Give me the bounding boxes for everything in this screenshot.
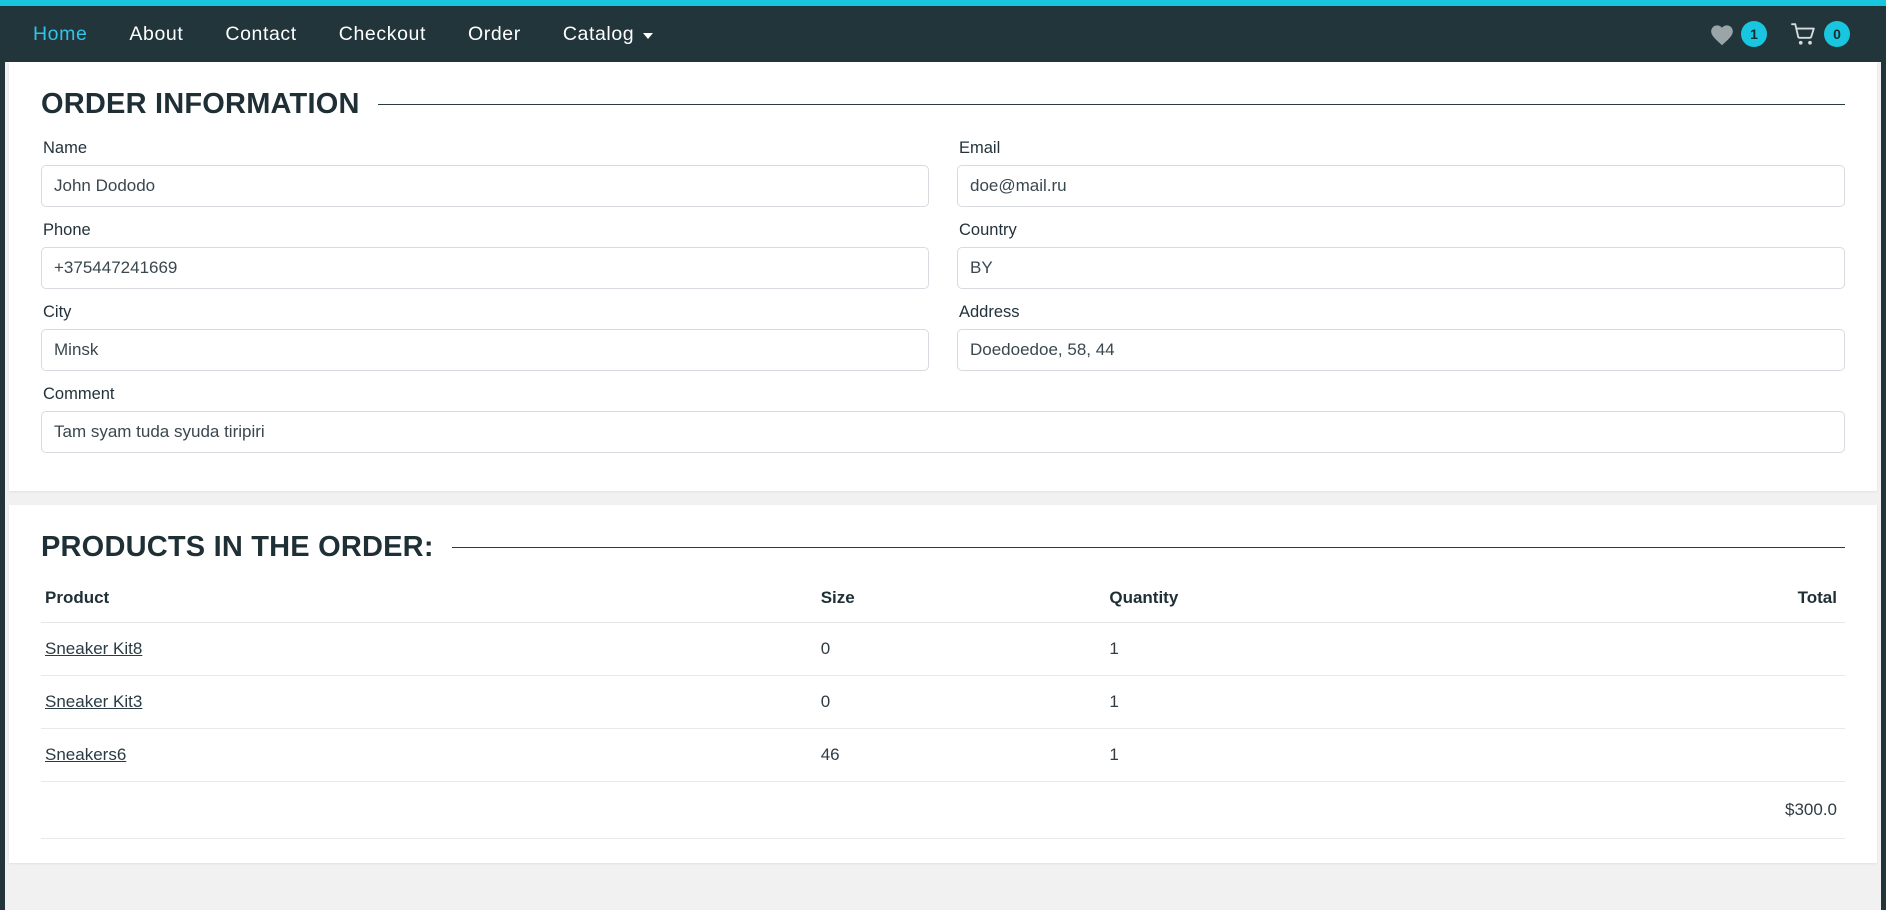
phone-input[interactable] (41, 247, 929, 289)
column-header-quantity: Quantity (1105, 582, 1394, 623)
section-gap (0, 491, 1886, 505)
form-row-phone-country: Phone Country (41, 221, 1845, 289)
products-section-title: PRODUCTS IN THE ORDER: (41, 531, 434, 563)
city-input[interactable] (41, 329, 929, 371)
field-group-country: Country (957, 221, 1845, 289)
page-title: ORDER INFORMATION (41, 88, 360, 120)
cell-total (1393, 622, 1845, 676)
field-group-email: Email (957, 139, 1845, 207)
products-table-head: Product Size Quantity Total (41, 582, 1845, 623)
comment-input[interactable] (41, 411, 1845, 453)
field-group-phone: Phone (41, 221, 929, 289)
right-frame-rail (1881, 62, 1886, 910)
comment-label: Comment (43, 385, 115, 403)
nav-link-catalog-label: Catalog (562, 22, 635, 45)
cart-icon (1790, 22, 1818, 46)
product-link[interactable]: Sneaker Kit3 (45, 692, 142, 711)
products-table: Product Size Quantity Total Sneaker Kit8… (41, 582, 1845, 839)
wishlist-button[interactable]: 1 (1709, 21, 1767, 47)
left-frame-rail (0, 62, 5, 910)
nav-link-about[interactable]: About (108, 17, 204, 52)
cell-total (1393, 675, 1845, 729)
nav-link-checkout[interactable]: Checkout (318, 17, 447, 52)
field-group-name: Name (41, 139, 929, 207)
heading-divider (377, 104, 1845, 105)
nav-link-contact[interactable]: Contact (204, 17, 317, 52)
order-information-card: ORDER INFORMATION Name Email Phone (9, 62, 1877, 491)
nav-link-order[interactable]: Order (447, 17, 542, 52)
form-row-city-address: City Address (41, 303, 1845, 371)
cell-total (1393, 728, 1845, 782)
navbar-actions: 1 0 (1709, 21, 1866, 47)
field-group-address: Address (957, 303, 1845, 371)
column-header-size: Size (816, 582, 1106, 623)
products-in-order-card: PRODUCTS IN THE ORDER: Product Size Quan… (9, 505, 1877, 863)
cell-quantity: 1 (1105, 728, 1394, 782)
chevron-down-icon (643, 32, 654, 39)
address-input[interactable] (957, 329, 1845, 371)
name-input[interactable] (41, 165, 929, 207)
column-header-product: Product (41, 582, 817, 623)
navbar-links: Home About Contact Checkout Order Catalo… (12, 17, 1709, 52)
table-row: Sneaker Kit8 0 1 (41, 622, 1845, 676)
phone-label: Phone (43, 221, 91, 239)
country-input[interactable] (957, 247, 1845, 289)
cell-quantity: 1 (1105, 622, 1394, 676)
products-section-header: PRODUCTS IN THE ORDER: (41, 531, 1845, 564)
cart-button[interactable]: 0 (1790, 21, 1850, 47)
country-label: Country (959, 221, 1017, 239)
cell-size: 46 (816, 728, 1106, 782)
grand-total-value: $300.0 (1393, 781, 1845, 839)
cart-count-badge: 0 (1824, 21, 1850, 47)
cell-size: 0 (816, 622, 1106, 676)
nav-link-catalog[interactable]: Catalog (542, 17, 674, 52)
email-label: Email (959, 139, 1001, 157)
city-label: City (43, 303, 72, 321)
browser-viewport: Home About Contact Checkout Order Catalo… (0, 0, 1886, 910)
table-header-row: Product Size Quantity Total (41, 582, 1845, 623)
column-header-total: Total (1393, 582, 1845, 623)
email-input[interactable] (957, 165, 1845, 207)
field-group-city: City (41, 303, 929, 371)
table-row: Sneakers6 46 1 (41, 728, 1845, 782)
product-link[interactable]: Sneakers6 (45, 745, 126, 764)
grand-total-row: $300.0 (41, 781, 1845, 839)
form-row-name-email: Name Email (41, 139, 1845, 207)
heart-icon (1709, 22, 1735, 46)
heading-divider (451, 547, 1845, 548)
page-body: ORDER INFORMATION Name Email Phone (0, 62, 1886, 910)
form-row-comment: Comment (41, 385, 1845, 453)
order-information-header: ORDER INFORMATION (41, 88, 1845, 121)
table-row: Sneaker Kit3 0 1 (41, 675, 1845, 729)
nav-link-home[interactable]: Home (12, 17, 108, 52)
wishlist-count-badge: 1 (1741, 21, 1767, 47)
cell-size: 0 (816, 675, 1106, 729)
name-label: Name (43, 139, 88, 157)
address-label: Address (959, 303, 1020, 321)
cell-quantity: 1 (1105, 675, 1394, 729)
product-link[interactable]: Sneaker Kit8 (45, 639, 142, 658)
field-group-comment: Comment (41, 385, 1845, 453)
products-table-body: Sneaker Kit8 0 1 Sneaker Kit3 0 1 Sneake… (41, 622, 1845, 839)
main-navbar: Home About Contact Checkout Order Catalo… (0, 0, 1886, 62)
